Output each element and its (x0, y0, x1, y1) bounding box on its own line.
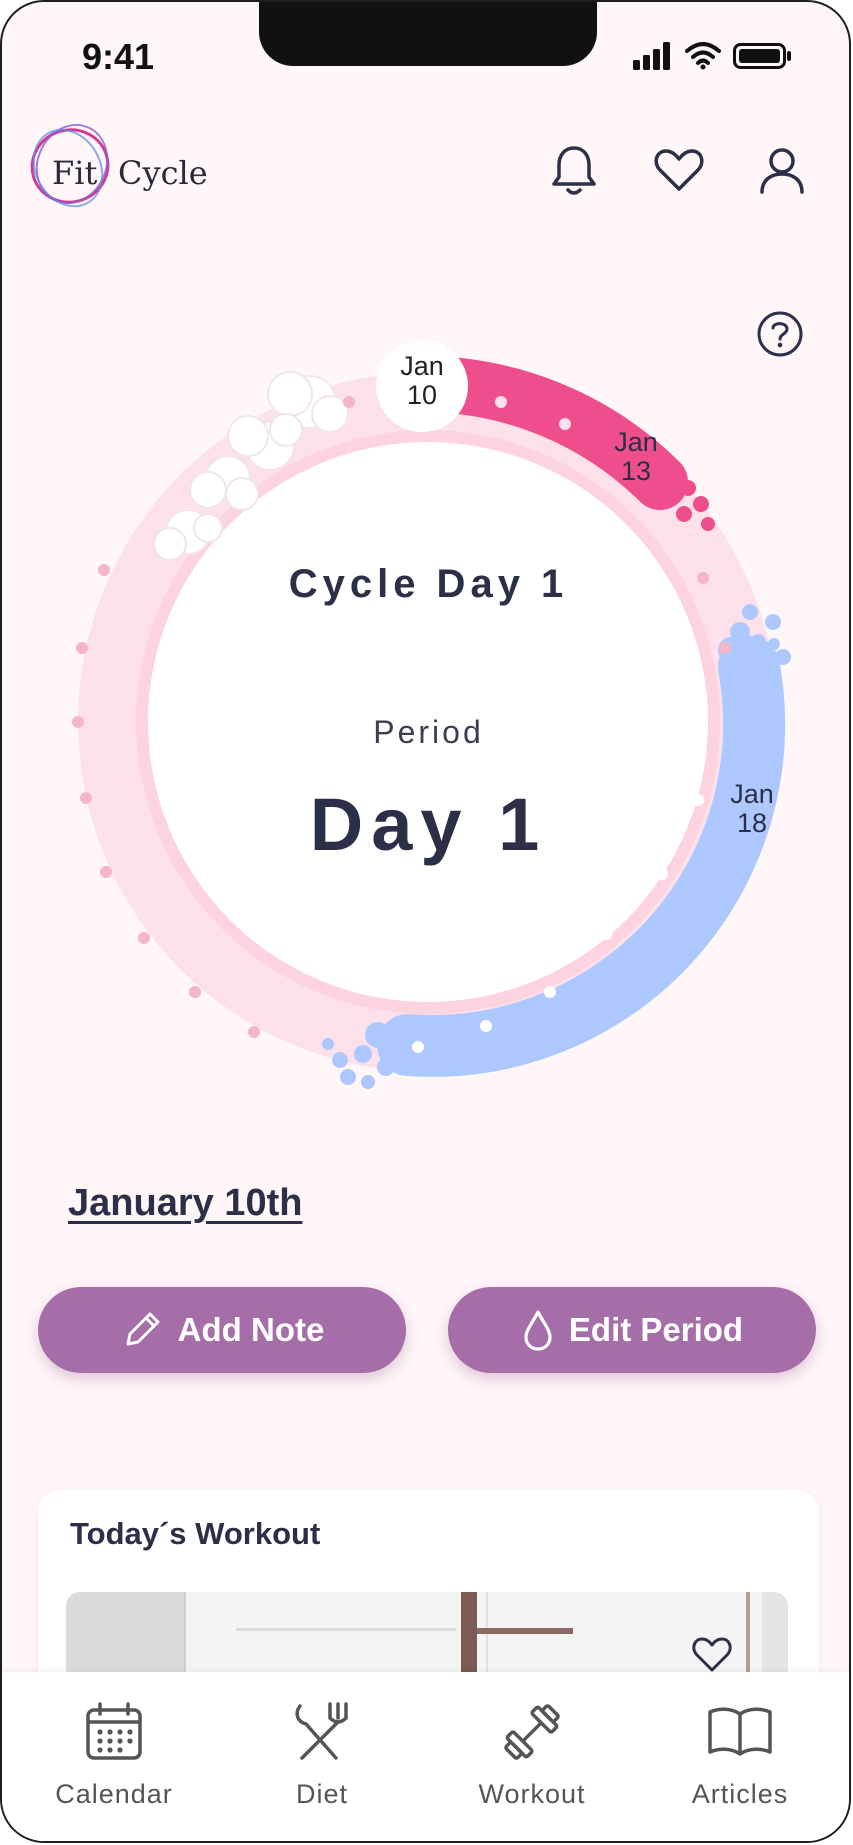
add-note-button[interactable]: Add Note (38, 1287, 406, 1373)
bottom-tab-bar: Calendar Diet Workout Articles (2, 1672, 849, 1841)
phase-label: Period (373, 714, 484, 750)
add-note-label: Add Note (177, 1311, 325, 1348)
workout-card-title: Today´s Workout (70, 1516, 321, 1551)
tab-articles[interactable]: Articles (660, 1700, 820, 1810)
logo-fit-text: Fit (52, 154, 98, 192)
profile-icon[interactable] (754, 142, 810, 198)
edit-period-button[interactable]: Edit Period (448, 1287, 816, 1373)
tab-diet[interactable]: Diet (242, 1700, 402, 1810)
tab-calendar-label: Calendar (55, 1779, 173, 1809)
marker-jan10-day: 10 (406, 380, 438, 410)
bell-icon[interactable] (546, 142, 602, 198)
fitcycle-logo[interactable]: Fit Cycle (28, 114, 218, 214)
marker-jan13-day: 13 (620, 456, 652, 486)
tab-calendar[interactable]: Calendar (34, 1700, 194, 1810)
diet-icon (295, 1702, 348, 1760)
wifi-icon (685, 42, 721, 70)
battery-icon (733, 43, 791, 69)
signal-icon (633, 42, 670, 70)
app-header: Fit Cycle (2, 102, 849, 222)
status-bar: 9:41 (2, 2, 849, 82)
status-time: 9:41 (82, 36, 155, 77)
calendar-icon (86, 1702, 142, 1760)
phone-frame: 9:41 Fit Cycle Jan 10 Jan 13 Jan 18 Cycl… (0, 0, 851, 1843)
logo-cycle-text: Cycle (118, 154, 208, 192)
marker-jan10-month: Jan (400, 351, 444, 381)
tab-diet-label: Diet (295, 1779, 348, 1809)
marker-jan13-month: Jan (614, 427, 658, 457)
favorite-workout-icon[interactable] (690, 1634, 734, 1674)
pencil-icon (126, 1312, 160, 1346)
phase-day: Day 1 (309, 783, 548, 866)
marker-jan10[interactable]: Jan 10 (374, 352, 470, 410)
tab-workout[interactable]: Workout (452, 1700, 612, 1810)
tab-workout-label: Workout (478, 1779, 586, 1809)
status-icons (633, 42, 793, 70)
drop-icon (524, 1310, 552, 1351)
marker-jan13[interactable]: Jan 13 (596, 428, 676, 486)
notch (259, 2, 597, 66)
dumbbell-icon (504, 1704, 560, 1760)
cycle-day-title: Cycle Day 1 (288, 562, 569, 606)
selected-date-link[interactable]: January 10th (68, 1182, 302, 1225)
edit-period-label: Edit Period (568, 1311, 744, 1348)
tab-articles-label: Articles (691, 1779, 789, 1809)
book-icon (708, 1707, 772, 1756)
heart-icon[interactable] (651, 142, 707, 198)
